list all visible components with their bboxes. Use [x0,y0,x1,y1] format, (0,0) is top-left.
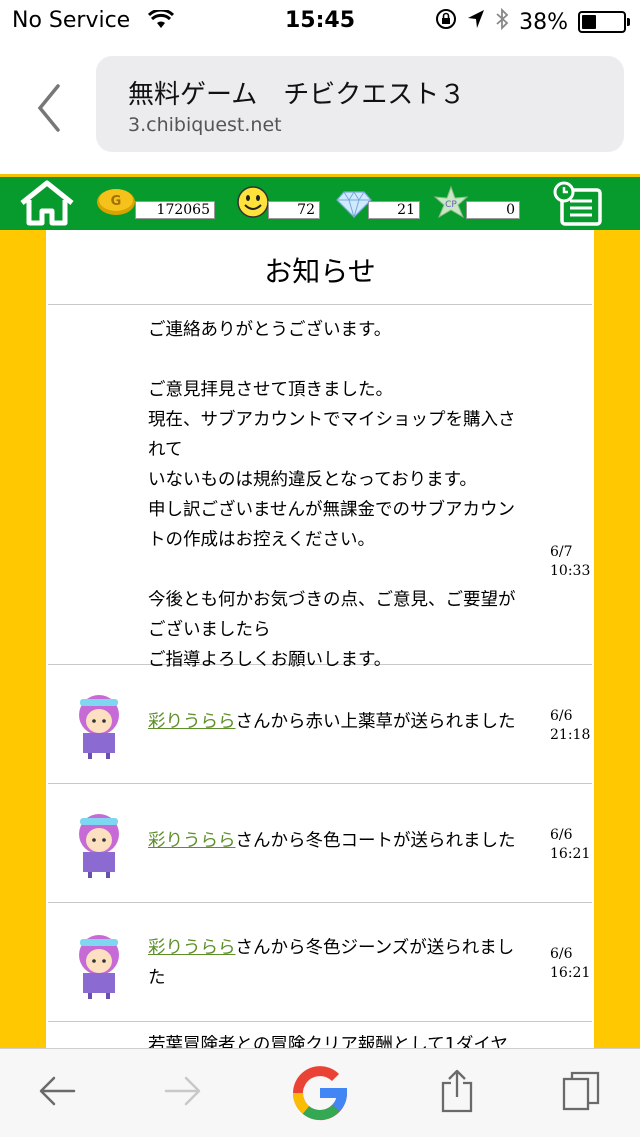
notice-time: 21:18 [550,727,591,743]
notice-time: 10:33 [550,563,591,579]
notice-time: 16:21 [550,965,591,981]
notice-text-continued: た [148,968,166,988]
status-bar: No Service 15:45 38% [0,0,640,40]
message-line: 現在、サブアカウントでマイショップを購入さ [148,410,516,430]
message-line: ご連絡ありがとうございます。 [148,320,392,340]
message-line: いないものは規約違反となっております。 [148,470,477,490]
notices-heading: お知らせ [48,230,592,305]
notice-message: 彩りうららさんから冬色ジーンズが送られまし た [148,933,548,993]
gold-coin-icon: G [97,189,135,215]
share-icon[interactable] [440,1069,474,1113]
notice-item: 彩りうららさんから赤い上薬草が送られました 6/6 21:18 [48,665,592,784]
log-list-icon[interactable] [552,180,604,228]
sender-avatar [79,814,119,878]
notice-time: 16:21 [550,846,591,862]
battery-percent: 38% [519,9,568,35]
sender-link[interactable]: 彩りうらら [148,831,236,851]
notice-item: ご連絡ありがとうございます。 ご意見拝見させて頂きました。 現在、サブアカウント… [48,305,592,670]
notice-text: さんから赤い上薬草が送られました [235,712,516,732]
battery-icon [578,11,630,33]
bluetooth-icon [495,7,509,36]
notice-message: 彩りうららさんから赤い上薬草が送られました [148,707,548,737]
notice-item: 彩りうららさんから冬色ジーンズが送られまし た 6/6 16:21 [48,903,592,1022]
left-margin-column [0,230,46,1050]
notice-message: 若葉冒険者との冒険クリア報酬として1ダイヤ [148,1035,508,1048]
cp-star-icon: CP [433,185,469,219]
diamond-icon [336,191,372,219]
tabs-icon[interactable] [560,1071,602,1111]
notice-timestamp: 6/6 16:21 [550,826,590,864]
notice-item: 彩りうららさんから冬色コートが送られました 6/6 16:21 [48,784,592,903]
location-arrow-icon [467,9,485,35]
diamond-count: 21 [368,201,420,219]
message-line: ございましたら [148,620,271,640]
back-arrow-icon[interactable] [38,1073,76,1109]
sender-link[interactable]: 彩りうらら [148,712,236,732]
message-line: ご意見拝見させて頂きました。 [148,380,393,400]
smile-count: 72 [268,201,320,219]
page-title: 無料ゲーム チビクエスト３ [128,80,466,110]
google-icon[interactable] [290,1063,350,1123]
notice-message: ご連絡ありがとうございます。 ご意見拝見させて頂きました。 現在、サブアカウント… [148,315,548,675]
address-bar[interactable]: 無料ゲーム チビクエスト３ 3.chibiquest.net [96,56,624,152]
notice-message: 彩りうららさんから冬色コートが送られました [148,826,548,856]
message-line: 申し訳ございませんが無課金でのサブアカウン [148,500,515,520]
message-line: 今後とも何かお気づきの点、ご意見、ご要望が [148,590,516,610]
notice-item: 若葉冒険者との冒険クリア報酬として1ダイヤ [48,1022,592,1048]
gold-count: 172065 [135,201,215,219]
notice-text: さんから冬色ジーンズが送られまし [235,938,515,958]
notice-date: 6/6 [550,946,573,962]
browser-toolbar [0,1048,640,1137]
message-line: トの作成はお控えください。 [148,530,375,550]
game-header-bar: G 172065 72 21 CP 0 [0,174,640,230]
cp-count: 0 [466,201,520,219]
notice-date: 6/6 [550,827,573,843]
sender-avatar [79,695,119,759]
notices-panel: お知らせ ご連絡ありがとうございます。 ご意見拝見させて頂きました。 現在、サブ… [46,230,594,1048]
smiley-icon [237,186,269,218]
notice-timestamp: 6/6 16:21 [550,945,590,983]
svg-text:CP: CP [445,200,457,210]
svg-text:G: G [111,194,122,209]
back-chevron-icon[interactable] [30,80,70,136]
home-icon[interactable] [18,179,76,227]
notice-date: 6/6 [550,708,573,724]
orientation-lock-icon [435,8,457,36]
notice-date: 6/7 [550,544,573,560]
page-host: 3.chibiquest.net [128,114,282,136]
notice-timestamp: 6/7 10:33 [550,543,590,581]
notice-timestamp: 6/6 21:18 [550,707,590,745]
forward-arrow-icon[interactable] [164,1073,202,1109]
browser-navbar: 無料ゲーム チビクエスト３ 3.chibiquest.net [0,40,640,174]
sender-avatar [79,935,119,999]
notice-text: さんから冬色コートが送られました [235,831,516,851]
sender-link[interactable]: 彩りうらら [148,938,236,958]
right-margin-column [594,230,640,1050]
message-line: れて [148,440,183,460]
